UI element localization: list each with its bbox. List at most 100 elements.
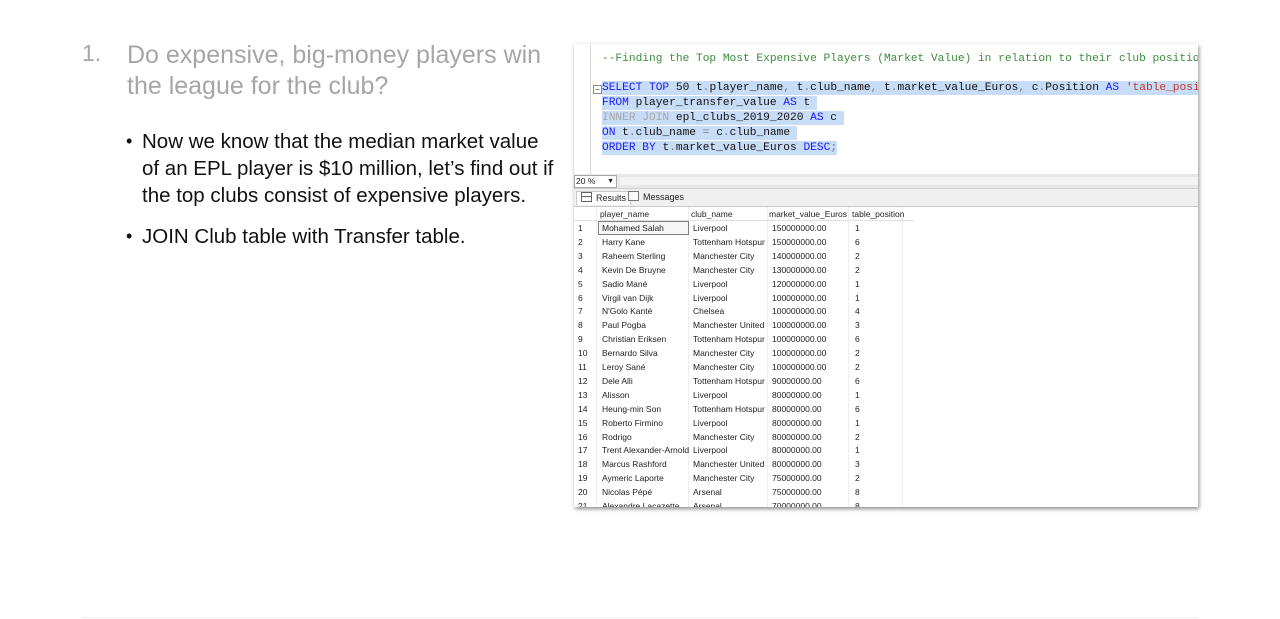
table-cell[interactable]: 100000000.00 [772, 332, 852, 346]
row-number[interactable]: 7 [578, 304, 596, 318]
row-number[interactable]: 10 [578, 346, 596, 360]
table-cell[interactable]: Roberto Firmino [602, 416, 690, 430]
table-row[interactable]: 5 Sadio Mané Liverpool 120000000.00 1 [574, 277, 914, 291]
results-grid[interactable]: player_name club_name market_value_Euros… [574, 207, 1198, 507]
table-cell[interactable]: Paul Pogba [602, 318, 690, 332]
table-cell[interactable]: Kevin De Bruyne [602, 263, 690, 277]
table-row[interactable]: 16 Rodrigo Manchester City 80000000.00 2 [574, 430, 914, 444]
table-row[interactable]: 11 Leroy Sané Manchester City 100000000.00 2 [574, 360, 914, 374]
query-editor[interactable]: − --Finding the Top Most Expensive Playe… [574, 44, 1198, 175]
table-cell[interactable]: Arsenal [693, 499, 768, 507]
row-number[interactable]: 1 [578, 221, 596, 235]
table-cell[interactable]: 130000000.00 [772, 263, 852, 277]
table-cell[interactable]: Christian Eriksen [602, 332, 690, 346]
column-header-player-name[interactable]: player_name [600, 207, 649, 221]
row-number[interactable]: 11 [578, 360, 596, 374]
table-row[interactable]: 17 Trent Alexander-Arnold Liverpool 8000000… [574, 443, 914, 457]
table-cell[interactable]: 6 [855, 402, 885, 416]
table-row[interactable]: 10 Bernardo Silva Manchester City 100000000… [574, 346, 914, 360]
table-cell[interactable]: N'Golo Kanté [602, 304, 690, 318]
table-row[interactable]: 1 Mohamed Salah Liverpool 150000000.00 1 [574, 221, 914, 235]
table-cell[interactable]: Leroy Sané [602, 360, 690, 374]
table-row[interactable]: 18 Marcus Rashford Manchester United 800000… [574, 457, 914, 471]
table-row[interactable]: 14 Heung-min Son Tottenham Hotspur 80000000… [574, 402, 914, 416]
table-cell[interactable]: 100000000.00 [772, 291, 852, 305]
table-cell[interactable]: 1 [855, 277, 885, 291]
table-cell[interactable]: 80000000.00 [772, 430, 852, 444]
table-cell[interactable]: Liverpool [693, 291, 768, 305]
tab-messages[interactable]: Messages [624, 191, 688, 204]
table-cell[interactable]: 100000000.00 [772, 360, 852, 374]
row-number[interactable]: 2 [578, 235, 596, 249]
table-row[interactable]: 20 Nicolas Pépé Arsenal 75000000.00 8 [574, 485, 914, 499]
row-number[interactable]: 17 [578, 443, 596, 457]
table-row[interactable]: 3 Raheem Sterling Manchester City 140000000… [574, 249, 914, 263]
table-cell[interactable]: Sadio Mané [602, 277, 690, 291]
table-cell[interactable]: Mohamed Salah [602, 221, 690, 235]
row-number[interactable]: 13 [578, 388, 596, 402]
table-cell[interactable]: Aymeric Laporte [602, 471, 690, 485]
table-cell[interactable]: 140000000.00 [772, 249, 852, 263]
table-cell[interactable]: Trent Alexander-Arnold [602, 443, 690, 457]
column-header-table-position[interactable]: table_position [852, 207, 904, 221]
table-cell[interactable]: Liverpool [693, 416, 768, 430]
table-cell[interactable]: 75000000.00 [772, 471, 852, 485]
table-cell[interactable]: 1 [855, 443, 885, 457]
table-cell[interactable]: 120000000.00 [772, 277, 852, 291]
table-cell[interactable]: Manchester City [693, 263, 768, 277]
table-cell[interactable]: Manchester City [693, 346, 768, 360]
table-cell[interactable]: Nicolas Pépé [602, 485, 690, 499]
table-row[interactable]: 7 N'Golo Kanté Chelsea 100000000.00 4 [574, 304, 914, 318]
table-row[interactable]: 9 Christian Eriksen Tottenham Hotspur 10000… [574, 332, 914, 346]
table-cell[interactable]: Marcus Rashford [602, 457, 690, 471]
table-cell[interactable]: Manchester United [693, 318, 768, 332]
table-cell[interactable]: Arsenal [693, 485, 768, 499]
table-row[interactable]: 2 Harry Kane Tottenham Hotspur 150000000.00… [574, 235, 914, 249]
table-cell[interactable]: Harry Kane [602, 235, 690, 249]
table-cell[interactable]: Rodrigo [602, 430, 690, 444]
row-number[interactable]: 6 [578, 291, 596, 305]
table-cell[interactable]: 100000000.00 [772, 346, 852, 360]
table-cell[interactable]: Virgil van Dijk [602, 291, 690, 305]
table-cell[interactable]: Bernardo Silva [602, 346, 690, 360]
table-cell[interactable]: Heung-min Son [602, 402, 690, 416]
column-header-market-value[interactable]: market_value_Euros [769, 207, 847, 221]
table-cell[interactable]: Manchester City [693, 360, 768, 374]
table-cell[interactable]: 150000000.00 [772, 221, 852, 235]
table-row[interactable]: 15 Roberto Firmino Liverpool 80000000.00 1 [574, 416, 914, 430]
table-cell[interactable]: Raheem Sterling [602, 249, 690, 263]
table-row[interactable]: 8 Paul Pogba Manchester United 100000000.00… [574, 318, 914, 332]
table-row[interactable]: 4 Kevin De Bruyne Manchester City 130000000… [574, 263, 914, 277]
table-cell[interactable]: 3 [855, 318, 885, 332]
table-cell[interactable]: 1 [855, 388, 885, 402]
table-cell[interactable]: 2 [855, 346, 885, 360]
table-cell[interactable]: 8 [855, 485, 885, 499]
table-cell[interactable]: Manchester United [693, 457, 768, 471]
row-number[interactable]: 14 [578, 402, 596, 416]
table-cell[interactable]: 2 [855, 249, 885, 263]
table-cell[interactable]: 150000000.00 [772, 235, 852, 249]
table-cell[interactable]: Liverpool [693, 277, 768, 291]
table-cell[interactable]: 2 [855, 430, 885, 444]
table-cell[interactable]: 80000000.00 [772, 416, 852, 430]
table-cell[interactable]: Manchester City [693, 249, 768, 263]
row-number[interactable]: 5 [578, 277, 596, 291]
table-cell[interactable]: Liverpool [693, 221, 768, 235]
table-cell[interactable]: 6 [855, 374, 885, 388]
table-cell[interactable]: Alexandre Lacazette [602, 499, 690, 507]
table-cell[interactable]: 90000000.00 [772, 374, 852, 388]
table-row[interactable]: 21 Alexandre Lacazette Arsenal 70000000.00 8 [574, 499, 914, 507]
table-cell[interactable]: 2 [855, 360, 885, 374]
table-row[interactable]: 13 Alisson Liverpool 80000000.00 1 [574, 388, 914, 402]
table-cell[interactable]: 100000000.00 [772, 304, 852, 318]
table-cell[interactable]: 4 [855, 304, 885, 318]
row-number[interactable]: 9 [578, 332, 596, 346]
horizontal-scrollbar[interactable] [620, 177, 1198, 185]
row-number[interactable]: 4 [578, 263, 596, 277]
table-cell[interactable]: 1 [855, 291, 885, 305]
table-cell[interactable]: 80000000.00 [772, 457, 852, 471]
table-cell[interactable]: 80000000.00 [772, 388, 852, 402]
table-cell[interactable]: 1 [855, 416, 885, 430]
table-cell[interactable]: Liverpool [693, 388, 768, 402]
table-cell[interactable]: 100000000.00 [772, 318, 852, 332]
